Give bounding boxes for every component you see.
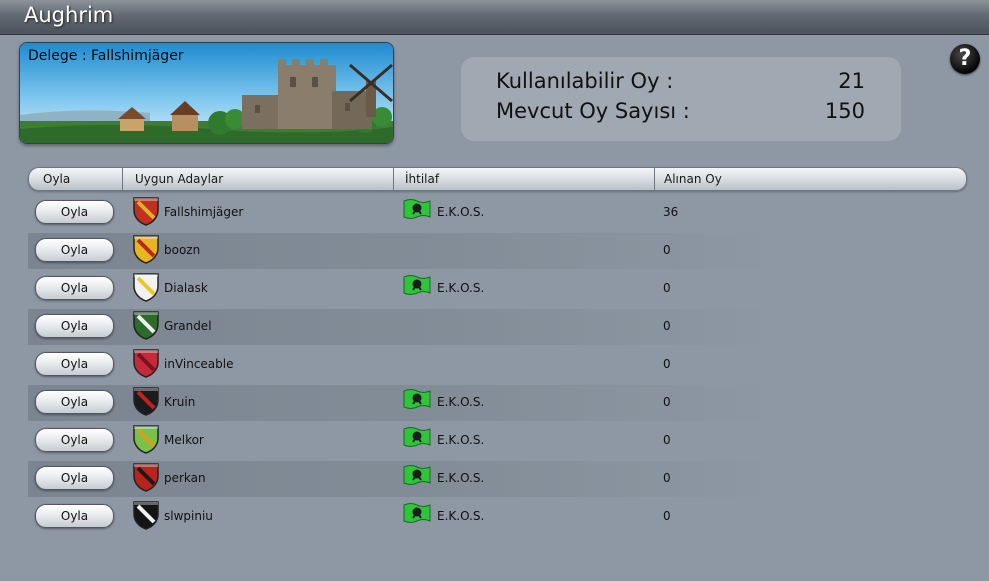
- vote-count: 0: [663, 433, 671, 447]
- title-bar: Aughrim: [0, 0, 989, 35]
- shield-icon-red-gold: [133, 197, 159, 226]
- candidate-name: inVinceable: [164, 357, 234, 371]
- vote-count: 0: [663, 281, 671, 295]
- available-votes-value: 21: [838, 69, 865, 93]
- clan-flag-icon: [403, 275, 431, 295]
- vote-button[interactable]: Oyla: [35, 390, 114, 414]
- available-votes-label: Kullanılabilir Oy :: [496, 69, 674, 93]
- candidate-name: Fallshimjäger: [164, 205, 244, 219]
- shield-icon-black-red: [133, 387, 159, 416]
- vote-button[interactable]: Oyla: [35, 352, 114, 376]
- column-header-vote[interactable]: Oyla: [43, 168, 70, 190]
- column-header-candidates[interactable]: Uygun Adaylar: [122, 168, 223, 190]
- vote-count: 0: [663, 395, 671, 409]
- clan-name: E.K.O.S.: [437, 471, 485, 485]
- vote-count: 0: [663, 243, 671, 257]
- candidate-name: slwpiniu: [164, 509, 213, 523]
- clan-flag-icon: [403, 199, 431, 219]
- candidate-name: Grandel: [164, 319, 212, 333]
- clan-flag-icon: [403, 427, 431, 447]
- clan-name: E.K.O.S.: [437, 509, 485, 523]
- clan-name: E.K.O.S.: [437, 281, 485, 295]
- candidate-name: boozn: [164, 243, 201, 257]
- table-row: Oyla inVinceable 0: [28, 347, 968, 383]
- vote-button[interactable]: Oyla: [35, 314, 114, 338]
- table-row: Oyla Melkor E.K.O.S. 0: [28, 423, 968, 459]
- clan-flag-icon: [403, 503, 431, 523]
- table-row: Oyla Kruin E.K.O.S. 0: [28, 385, 968, 421]
- vote-button[interactable]: Oyla: [35, 428, 114, 452]
- shield-icon-red-cross: [133, 463, 159, 492]
- candidate-name: Kruin: [164, 395, 196, 409]
- vote-count: 0: [663, 471, 671, 485]
- vote-button[interactable]: Oyla: [35, 238, 114, 262]
- delegate-banner: Delege : Fallshimjäger: [19, 42, 394, 144]
- column-header-votes-received[interactable]: Alınan Oy: [654, 168, 722, 190]
- clan-flag-icon: [403, 389, 431, 409]
- table-row: Oyla Grandel 0: [28, 309, 968, 345]
- shield-icon-white-yellow: [133, 273, 159, 302]
- delegate-label: Delege : Fallshimjäger: [28, 48, 184, 64]
- vote-button[interactable]: Oyla: [35, 504, 114, 528]
- shield-icon-black-star: [133, 501, 159, 530]
- shield-icon-green-white: [133, 311, 159, 340]
- total-votes-label: Mevcut Oy Sayısı :: [496, 99, 690, 123]
- clan-flag-icon: [403, 465, 431, 485]
- candidate-name: Melkor: [164, 433, 204, 447]
- vote-count: 0: [663, 509, 671, 523]
- vote-count: 36: [663, 205, 679, 219]
- shield-icon-red: [133, 349, 159, 378]
- table-header: Oyla Uygun Adaylar İhtilaf Alınan Oy: [28, 167, 967, 191]
- vote-count: 0: [663, 357, 671, 371]
- help-button[interactable]: ?: [950, 44, 980, 74]
- vote-count: 0: [663, 319, 671, 333]
- vote-summary-panel: Kullanılabilir Oy : 21 Mevcut Oy Sayısı …: [461, 57, 901, 141]
- shield-icon-gold-dots: [133, 235, 159, 264]
- table-row: Oyla slwpiniu E.K.O.S. 0: [28, 499, 968, 535]
- table-row: Oyla Dialask E.K.O.S. 0: [28, 271, 968, 307]
- clan-name: E.K.O.S.: [437, 205, 485, 219]
- candidate-name: Dialask: [164, 281, 208, 295]
- vote-button[interactable]: Oyla: [35, 466, 114, 490]
- table-row: Oyla Fallshimjäger E.K.O.S. 36: [28, 195, 968, 231]
- column-header-clan[interactable]: İhtilaf: [393, 168, 439, 190]
- table-row: Oyla perkan E.K.O.S. 0: [28, 461, 968, 497]
- vote-button[interactable]: Oyla: [35, 200, 114, 224]
- vote-button[interactable]: Oyla: [35, 276, 114, 300]
- candidate-name: perkan: [164, 471, 206, 485]
- clan-name: E.K.O.S.: [437, 395, 485, 409]
- clan-name: E.K.O.S.: [437, 433, 485, 447]
- total-votes-value: 150: [824, 99, 865, 123]
- window-title: Aughrim: [24, 3, 114, 27]
- shield-icon-green-bird: [133, 425, 159, 454]
- table-row: Oyla boozn 0: [28, 233, 968, 269]
